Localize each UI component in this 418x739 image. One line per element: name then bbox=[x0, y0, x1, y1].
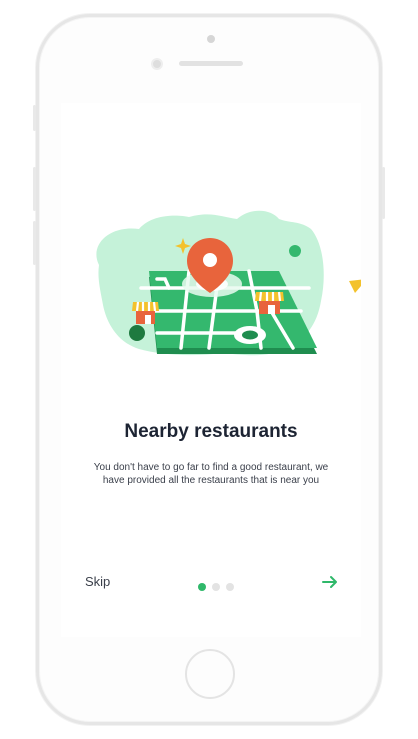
arrow-right-icon bbox=[322, 576, 337, 588]
phone-volume-down-button bbox=[33, 221, 36, 265]
decoration-dot-green bbox=[289, 245, 301, 257]
earpiece-speaker bbox=[179, 61, 243, 66]
proximity-sensor bbox=[151, 58, 163, 70]
page-indicator-dot bbox=[226, 583, 234, 591]
phone-power-button bbox=[382, 167, 385, 219]
onboarding-navigation: Skip bbox=[61, 569, 361, 595]
phone-volume-up-button bbox=[33, 167, 36, 211]
restaurant-store-icon-right bbox=[255, 291, 284, 314]
page-indicator-dot bbox=[212, 583, 220, 591]
front-camera bbox=[207, 35, 215, 43]
onboarding-screen: Nearby restaurants You don't have to go … bbox=[61, 103, 361, 637]
page-indicator-dot-active bbox=[198, 583, 206, 591]
phone-side-button bbox=[33, 105, 36, 131]
cursor-arrow-icon bbox=[349, 279, 361, 293]
page-title: Nearby restaurants bbox=[124, 421, 298, 442]
roundabout-center bbox=[242, 330, 258, 340]
phone-frame: Nearby restaurants You don't have to go … bbox=[33, 14, 385, 725]
decoration-dot-dark bbox=[129, 325, 145, 341]
phone-home-button bbox=[185, 649, 235, 699]
page-description: You don't have to go far to find a good … bbox=[93, 462, 329, 486]
restaurant-store-icon-left bbox=[132, 301, 159, 324]
skip-button[interactable]: Skip bbox=[85, 574, 110, 589]
page-indicator bbox=[198, 578, 234, 591]
location-pin-hole bbox=[203, 253, 217, 267]
map-illustration bbox=[96, 210, 361, 356]
next-button[interactable] bbox=[320, 572, 340, 592]
